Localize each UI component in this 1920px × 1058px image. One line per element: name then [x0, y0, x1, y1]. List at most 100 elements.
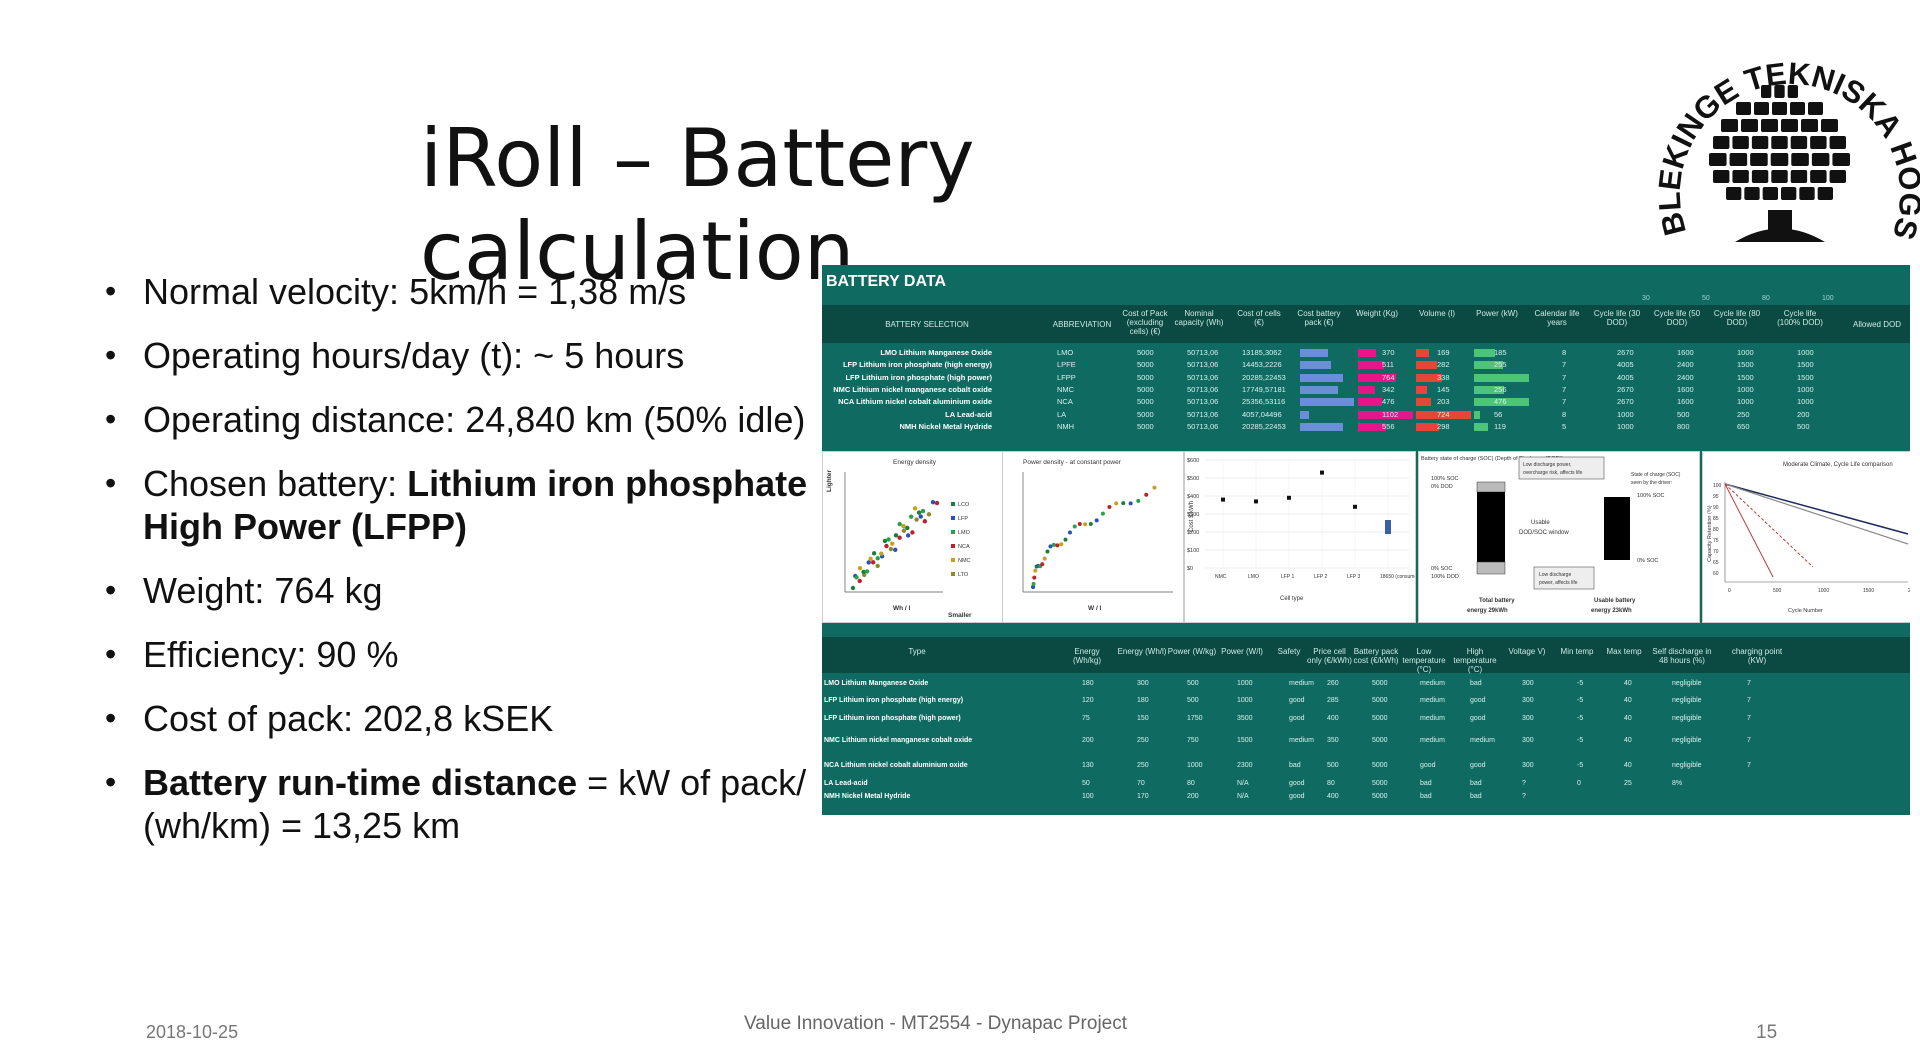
- table-cell: 7: [1747, 697, 1751, 704]
- column-header: Cycle life (50 DOD): [1653, 309, 1701, 327]
- table-row: LFP Lithium iron phosphate (high power) L…: [822, 372, 1910, 384]
- table-cell: 130: [1082, 762, 1094, 769]
- table-cell: good: [1289, 697, 1305, 704]
- table-cell: good: [1470, 762, 1486, 769]
- logo-tree-block: [1741, 119, 1758, 132]
- data-point: [1063, 537, 1068, 542]
- table-cell: 5000: [1372, 715, 1388, 722]
- column-header: Min temp: [1560, 647, 1594, 656]
- tick-label: 60: [1713, 571, 1719, 577]
- column-header: Cost of cells (€): [1237, 309, 1281, 327]
- column-header: BATTERY SELECTION: [885, 320, 969, 329]
- cycle-life-chart: Moderate Climate, Cycle Life comparison 1…: [1702, 451, 1910, 623]
- tick-label: 1500: [1863, 588, 1874, 594]
- legend-swatch: [951, 572, 955, 576]
- table-row: NMC Lithium nickel manganese cobalt oxid…: [822, 384, 1910, 396]
- table-header: BATTERY SELECTION ABBREVIATION Cost of Pac…: [822, 305, 1910, 343]
- column-header: Battery pack cost (€/kWh): [1353, 647, 1399, 665]
- table-cell: 4005: [1617, 360, 1634, 370]
- volume-bar: [1416, 385, 1427, 394]
- table-cell: 2670: [1617, 384, 1634, 394]
- logo-tree-block: [1787, 85, 1798, 98]
- footer-center: Value Innovation - MT2554 - Dynapac Proj…: [744, 1013, 1128, 1034]
- diagram-label: energy 29kWh: [1467, 608, 1508, 614]
- table-cell: 1102: [1382, 409, 1399, 419]
- table-row: NCA Lithium nickel cobalt aluminium oxid…: [822, 396, 1910, 408]
- battery-data-panel: BATTERY DATA 30 50 80 100 BATTERY SELECTION…: [822, 265, 1910, 815]
- table-cell: 1000: [1617, 421, 1634, 431]
- table-cell: bad: [1470, 680, 1482, 687]
- table-cell: 476: [1494, 397, 1507, 407]
- category-label: 18650 (consumer cell): [1380, 574, 1415, 580]
- logo-tree-block: [1781, 119, 1798, 132]
- table-cell: medium: [1289, 737, 1314, 744]
- table-cell: 180: [1082, 680, 1094, 687]
- table-cell: 100: [1082, 793, 1094, 800]
- category-label: LFP 2: [1314, 574, 1327, 580]
- table-cell: 1500: [1797, 360, 1814, 370]
- logo-tree-block: [1817, 187, 1833, 200]
- category-label: LFP 1: [1281, 574, 1294, 580]
- table-cell: negligible: [1672, 680, 1702, 687]
- table-cell: good: [1420, 762, 1436, 769]
- table-cell: 40: [1624, 762, 1632, 769]
- table-cell: 7: [1562, 397, 1567, 407]
- table-cell: 300: [1522, 680, 1534, 687]
- logo-tree-block: [1810, 170, 1827, 183]
- arrow-label: Lighter: [826, 470, 833, 492]
- data-point: [922, 519, 928, 524]
- table-cell: 4057,04496: [1242, 409, 1282, 419]
- data-point: [1051, 542, 1056, 547]
- table-cell: 5000: [1137, 348, 1154, 357]
- table-cell: bad: [1420, 780, 1432, 787]
- series-line: [1724, 483, 1909, 545]
- column-header: Calendar life years: [1534, 309, 1580, 327]
- logo-tree-block: [1726, 187, 1742, 200]
- data-point: [1254, 499, 1258, 504]
- callout-text: Low discharge: [1539, 572, 1571, 578]
- logo-tree-block: [1751, 136, 1769, 149]
- table-cell: 40: [1624, 697, 1632, 704]
- table-cell: LFP Lithium iron phosphate (high energy): [842, 360, 992, 370]
- table-cell: 80: [1187, 780, 1195, 787]
- data-point: [1032, 575, 1037, 580]
- table-cell: NMC Lithium nickel manganese cobalt oxid…: [833, 384, 992, 394]
- table-cell: 8: [1562, 409, 1567, 419]
- table-cell: 203: [1437, 397, 1450, 407]
- table-cell: bad: [1470, 780, 1482, 787]
- table-cell: LFP Lithium iron phosphate (high power): [845, 372, 992, 382]
- table-cell: 1750: [1187, 715, 1203, 722]
- table-cell: 300: [1522, 715, 1534, 722]
- table-cell: 50713,06: [1187, 397, 1219, 407]
- table-cell: 2670: [1617, 397, 1634, 407]
- table-cell: 1000: [1797, 348, 1814, 357]
- table-cell: 1000: [1737, 348, 1754, 357]
- table-cell: 169: [1437, 348, 1450, 357]
- table-cell: 180: [1137, 697, 1149, 704]
- table-cell: 7: [1562, 384, 1567, 394]
- data-point: [1072, 524, 1077, 529]
- volume-bar: [1416, 361, 1438, 370]
- table-row: LFP Lithium iron phosphate (high power) 7…: [822, 715, 1910, 729]
- table-cell: 5000: [1137, 421, 1154, 431]
- power-bar: [1474, 349, 1496, 357]
- category-label: LFP 3: [1347, 574, 1360, 580]
- cost-bar: [1300, 349, 1328, 357]
- data-point: [1121, 501, 1126, 506]
- table-row: LFP Lithium iron phosphate (high energy)…: [822, 697, 1910, 711]
- data-point: [1083, 522, 1088, 527]
- table-cell: 511: [1382, 360, 1394, 370]
- table-cell: LFP Lithium iron phosphate (high power): [824, 715, 961, 722]
- callout-text: overcharge risk, affects life: [1523, 470, 1583, 476]
- tick-label: $500: [1187, 476, 1199, 482]
- chart-title: Moderate Climate, Cycle Life comparison: [1783, 462, 1893, 468]
- table-row: NMH Nickel Metal Hydride NMH 5000 50713,06 2…: [822, 421, 1910, 433]
- table-cell: 40: [1624, 737, 1632, 744]
- table-cell: medium: [1420, 697, 1445, 704]
- tick-label: 75: [1713, 538, 1719, 544]
- logo-tree-block: [1811, 153, 1830, 166]
- table-cell: NCA Lithium nickel cobalt aluminium oxid…: [838, 397, 992, 407]
- arrow-label: Smaller: [948, 612, 972, 619]
- logo-tree-block: [1829, 170, 1846, 183]
- chart-title: Energy density: [893, 459, 937, 466]
